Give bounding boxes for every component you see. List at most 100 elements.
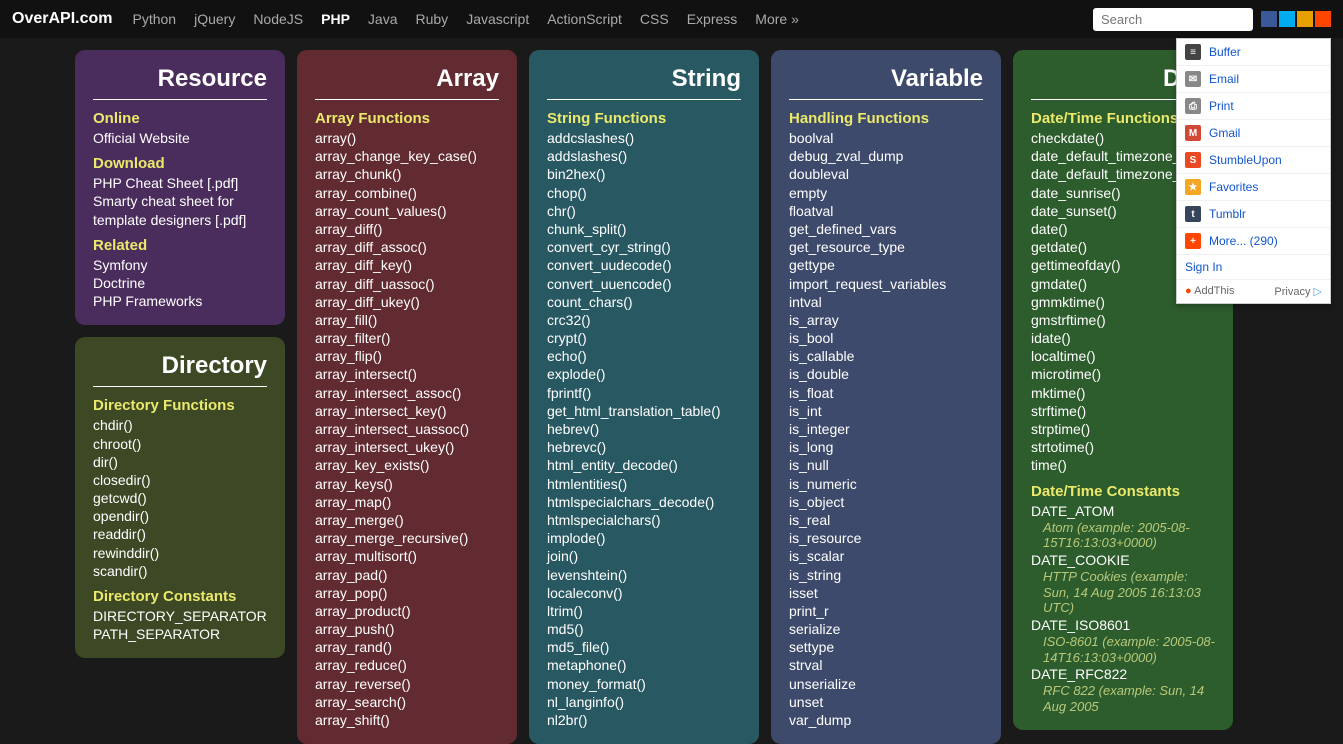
list-item[interactable]: array_rand(): [315, 638, 499, 656]
list-item[interactable]: serialize: [789, 620, 983, 638]
nav-java[interactable]: Java: [368, 11, 398, 27]
list-item[interactable]: array_push(): [315, 620, 499, 638]
list-item[interactable]: is_null: [789, 456, 983, 474]
nav-ruby[interactable]: Ruby: [416, 11, 449, 27]
list-item[interactable]: gmstrftime(): [1031, 311, 1215, 329]
list-item[interactable]: nl2br(): [547, 711, 741, 729]
list-item[interactable]: array_diff(): [315, 220, 499, 238]
list-item[interactable]: array_shift(): [315, 711, 499, 729]
list-item[interactable]: is_numeric: [789, 475, 983, 493]
list-item[interactable]: get_resource_type: [789, 238, 983, 256]
privacy-link[interactable]: Privacy ▷: [1274, 285, 1322, 298]
list-item[interactable]: array_change_key_case(): [315, 147, 499, 165]
list-item[interactable]: nl_langinfo(): [547, 693, 741, 711]
list-item[interactable]: hebrevc(): [547, 438, 741, 456]
list-item[interactable]: Symfony: [93, 256, 267, 274]
list-item[interactable]: crc32(): [547, 311, 741, 329]
list-item[interactable]: echo(): [547, 347, 741, 365]
list-item[interactable]: DATE_RFC822: [1031, 665, 1215, 683]
plus-icon[interactable]: [1315, 11, 1331, 27]
list-item[interactable]: array_merge(): [315, 511, 499, 529]
list-item[interactable]: explode(): [547, 365, 741, 383]
nav-nodejs[interactable]: NodeJS: [253, 11, 303, 27]
list-item[interactable]: is_array: [789, 311, 983, 329]
list-item[interactable]: closedir(): [93, 471, 267, 489]
list-item[interactable]: unset: [789, 693, 983, 711]
share-email[interactable]: ✉Email: [1177, 66, 1330, 93]
nav-more[interactable]: More »: [755, 11, 799, 27]
list-item[interactable]: md5(): [547, 620, 741, 638]
list-item[interactable]: array_fill(): [315, 311, 499, 329]
list-item[interactable]: array_diff_ukey(): [315, 293, 499, 311]
list-item[interactable]: empty: [789, 184, 983, 202]
list-item[interactable]: mktime(): [1031, 384, 1215, 402]
list-item[interactable]: money_format(): [547, 675, 741, 693]
list-item[interactable]: time(): [1031, 456, 1215, 474]
search-input[interactable]: [1093, 8, 1253, 31]
list-item[interactable]: count_chars(): [547, 293, 741, 311]
share-print[interactable]: ⎙Print: [1177, 93, 1330, 120]
list-item[interactable]: join(): [547, 547, 741, 565]
list-item[interactable]: settype: [789, 638, 983, 656]
list-item[interactable]: Smarty cheat sheet for template designer…: [93, 192, 267, 228]
list-item[interactable]: levenshtein(): [547, 566, 741, 584]
list-item[interactable]: addcslashes(): [547, 129, 741, 147]
list-item[interactable]: is_callable: [789, 347, 983, 365]
list-item[interactable]: is_int: [789, 402, 983, 420]
list-item[interactable]: is_real: [789, 511, 983, 529]
list-item[interactable]: Doctrine: [93, 274, 267, 292]
list-item[interactable]: implode(): [547, 529, 741, 547]
list-item[interactable]: array_intersect_uassoc(): [315, 420, 499, 438]
list-item[interactable]: chr(): [547, 202, 741, 220]
list-item[interactable]: is_string: [789, 566, 983, 584]
nav-php[interactable]: PHP: [321, 11, 350, 27]
list-item[interactable]: array_diff_key(): [315, 256, 499, 274]
list-item[interactable]: array(): [315, 129, 499, 147]
list-item[interactable]: html_entity_decode(): [547, 456, 741, 474]
list-item[interactable]: array_reverse(): [315, 675, 499, 693]
list-item[interactable]: array_flip(): [315, 347, 499, 365]
list-item[interactable]: unserialize: [789, 675, 983, 693]
share-buffer[interactable]: ≡Buffer: [1177, 39, 1330, 66]
list-item[interactable]: is_scalar: [789, 547, 983, 565]
list-item[interactable]: array_intersect(): [315, 365, 499, 383]
list-item[interactable]: doubleval: [789, 165, 983, 183]
facebook-icon[interactable]: [1261, 11, 1277, 27]
list-item[interactable]: chroot(): [93, 435, 267, 453]
list-item[interactable]: array_reduce(): [315, 656, 499, 674]
list-item[interactable]: is_long: [789, 438, 983, 456]
list-item[interactable]: htmlspecialchars_decode(): [547, 493, 741, 511]
list-item[interactable]: scandir(): [93, 562, 267, 580]
list-item[interactable]: DATE_ATOM: [1031, 502, 1215, 520]
list-item[interactable]: gettype: [789, 256, 983, 274]
list-item[interactable]: is_object: [789, 493, 983, 511]
list-item[interactable]: md5_file(): [547, 638, 741, 656]
logo[interactable]: OverAPI.com: [12, 10, 112, 28]
list-item[interactable]: array_search(): [315, 693, 499, 711]
list-item[interactable]: localeconv(): [547, 584, 741, 602]
nav-python[interactable]: Python: [132, 11, 176, 27]
nav-actionscript[interactable]: ActionScript: [547, 11, 622, 27]
list-item[interactable]: is_integer: [789, 420, 983, 438]
list-item[interactable]: array_intersect_ukey(): [315, 438, 499, 456]
share-tumblr[interactable]: tTumblr: [1177, 201, 1330, 228]
list-item[interactable]: array_intersect_key(): [315, 402, 499, 420]
list-item[interactable]: array_multisort(): [315, 547, 499, 565]
list-item[interactable]: get_defined_vars: [789, 220, 983, 238]
addthis-label[interactable]: ● AddThis: [1185, 285, 1234, 298]
share-signin[interactable]: Sign In: [1177, 255, 1330, 280]
list-item[interactable]: array_chunk(): [315, 165, 499, 183]
list-item[interactable]: isset: [789, 584, 983, 602]
list-item[interactable]: is_bool: [789, 329, 983, 347]
list-item[interactable]: addslashes(): [547, 147, 741, 165]
twitter-icon[interactable]: [1279, 11, 1295, 27]
share-more[interactable]: +More... (290): [1177, 228, 1330, 255]
list-item[interactable]: PHP Frameworks: [93, 292, 267, 310]
list-item[interactable]: convert_uudecode(): [547, 256, 741, 274]
list-item[interactable]: array_pop(): [315, 584, 499, 602]
list-item[interactable]: array_intersect_assoc(): [315, 384, 499, 402]
list-item[interactable]: print_r: [789, 602, 983, 620]
nav-jquery[interactable]: jQuery: [194, 11, 235, 27]
list-item[interactable]: microtime(): [1031, 365, 1215, 383]
list-item[interactable]: Official Website: [93, 129, 267, 147]
